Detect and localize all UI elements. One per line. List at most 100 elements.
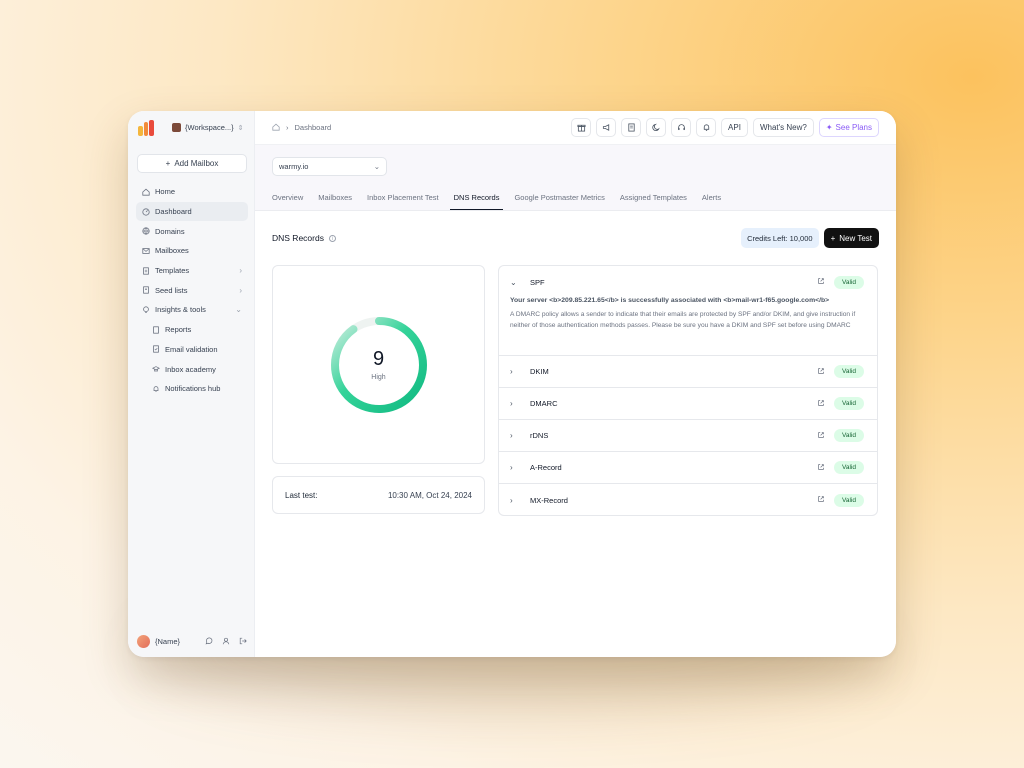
- list-item[interactable]: › DKIM Valid: [499, 356, 877, 388]
- template-icon: [142, 266, 150, 275]
- section-header: DNS Records i Credits Left: 10,000 + New…: [272, 228, 879, 248]
- record-name: DKIM: [530, 367, 549, 376]
- sidebar-item-label: Notifications hub: [165, 384, 221, 394]
- record-name: DMARC: [530, 399, 558, 408]
- plus-icon: +: [830, 233, 836, 243]
- record-name: SPF: [530, 277, 545, 287]
- external-link-icon[interactable]: [817, 431, 825, 441]
- sidebar-item-reports[interactable]: Reports: [136, 320, 248, 340]
- list-item[interactable]: › MX-Record Valid: [499, 484, 877, 515]
- sidebar-item-dashboard[interactable]: Dashboard: [136, 201, 248, 222]
- sidebar-item-label: Email validation: [165, 344, 218, 354]
- gift-button[interactable]: [571, 118, 592, 137]
- domain-select-value: warmy.io: [279, 162, 309, 171]
- whats-new-button[interactable]: What's New?: [752, 118, 814, 137]
- sidebar-item-label: Reports: [165, 325, 192, 335]
- tab-dns-records[interactable]: DNS Records: [449, 193, 504, 210]
- sidebar: {Workspace...} ⇕ + Add Mailbox Home Dash…: [128, 111, 255, 657]
- chevron-right-icon[interactable]: ›: [510, 463, 520, 472]
- last-test-value: 10:30 AM, Oct 24, 2024: [387, 490, 472, 500]
- plus-icon: +: [165, 159, 171, 168]
- breadcrumb: › Dashboard: [272, 123, 331, 133]
- dashboard-icon: [142, 207, 150, 216]
- info-icon[interactable]: i: [328, 234, 336, 242]
- tab-alerts[interactable]: Alerts: [702, 193, 721, 210]
- list-item[interactable]: › A-Record Valid: [499, 452, 877, 484]
- status-badge: Valid: [834, 397, 864, 410]
- status-badge: Valid: [834, 365, 864, 378]
- external-link-icon[interactable]: [817, 277, 825, 287]
- chevron-down-icon[interactable]: ⌄: [510, 278, 520, 287]
- chevron-right-icon[interactable]: ›: [510, 399, 520, 408]
- score-value: 9: [372, 348, 385, 370]
- domain-select[interactable]: warmy.io ⌄: [272, 157, 387, 176]
- record-message: Your server <b>209.85.221.65</b> is succ…: [510, 297, 830, 304]
- external-link-icon[interactable]: [817, 399, 825, 409]
- avatar[interactable]: [137, 635, 150, 648]
- score-label: High: [371, 374, 386, 381]
- breadcrumb-current[interactable]: Dashboard: [295, 123, 332, 132]
- logout-icon[interactable]: [239, 637, 247, 647]
- mail-icon: [142, 247, 150, 255]
- check-doc-icon: [152, 345, 160, 353]
- home-icon[interactable]: [272, 123, 280, 133]
- api-button[interactable]: API: [721, 118, 748, 137]
- announcement-button[interactable]: [596, 118, 617, 137]
- page-title: DNS Records: [272, 233, 324, 243]
- sidebar-item-label: Mailboxes: [155, 246, 189, 256]
- page-header: warmy.io ⌄ Overview Mailboxes Inbox Plac…: [255, 145, 896, 211]
- sidebar-item-inbox-academy[interactable]: Inbox academy: [136, 359, 248, 379]
- record-header-spf[interactable]: ⌄ SPF Valid: [499, 266, 877, 298]
- see-plans-label: See Plans: [835, 123, 872, 132]
- record-details: Your server <b>209.85.221.65</b> is succ…: [499, 297, 877, 331]
- chevron-right-icon: ›: [239, 266, 242, 276]
- add-mailbox-button[interactable]: + Add Mailbox: [137, 154, 247, 173]
- chevron-right-icon[interactable]: ›: [510, 367, 520, 376]
- chevron-updown-icon: ⇕: [237, 124, 244, 132]
- credits-badge: Credits Left: 10,000: [741, 228, 819, 248]
- record-name: MX-Record: [530, 495, 568, 505]
- external-link-icon[interactable]: [817, 495, 825, 505]
- docs-button[interactable]: [621, 118, 642, 137]
- external-link-icon[interactable]: [817, 463, 825, 473]
- list-item[interactable]: › DMARC Valid: [499, 388, 877, 420]
- tab-inbox-placement-test[interactable]: Inbox Placement Test: [367, 193, 439, 210]
- notifications-button[interactable]: [696, 118, 717, 137]
- sidebar-item-templates[interactable]: Templates ›: [136, 261, 248, 281]
- moon-icon: [651, 119, 661, 137]
- workspace-switcher[interactable]: {Workspace...} ⇕: [172, 123, 244, 132]
- score-card: 9 High: [272, 265, 485, 464]
- workspace-avatar: [172, 123, 181, 132]
- user-name: {Name}: [155, 637, 181, 646]
- chevron-right-icon[interactable]: ›: [510, 431, 520, 440]
- tab-assigned-templates[interactable]: Assigned Templates: [620, 193, 687, 210]
- theme-toggle-button[interactable]: [646, 118, 667, 137]
- tab-mailboxes[interactable]: Mailboxes: [318, 193, 352, 210]
- chevron-down-icon: ⌄: [235, 305, 242, 315]
- chevron-right-icon[interactable]: ›: [510, 496, 520, 505]
- last-test-label: Last test:: [285, 490, 318, 500]
- status-badge: Valid: [834, 493, 864, 507]
- chat-icon[interactable]: [205, 637, 213, 647]
- support-button[interactable]: [671, 118, 692, 137]
- see-plans-button[interactable]: ✦ See Plans: [818, 118, 879, 137]
- sidebar-item-insights[interactable]: Insights & tools ⌄: [136, 300, 248, 320]
- tab-overview[interactable]: Overview: [272, 193, 303, 210]
- sidebar-item-seed-lists[interactable]: Seed lists ›: [136, 280, 248, 300]
- tab-google-postmaster-metrics[interactable]: Google Postmaster Metrics: [514, 193, 604, 210]
- dns-records-list: ⌄ SPF Valid Your server <b>209.85.221.65…: [498, 265, 878, 516]
- workspace-name: {Workspace...}: [185, 123, 234, 132]
- external-link-icon[interactable]: [817, 367, 825, 377]
- new-test-button[interactable]: + New Test: [823, 228, 879, 248]
- sidebar-item-mailboxes[interactable]: Mailboxes: [136, 241, 248, 261]
- bell-icon: [702, 119, 711, 137]
- app-logo[interactable]: [138, 120, 154, 136]
- sidebar-item-home[interactable]: Home: [136, 182, 248, 202]
- sidebar-item-notifications-hub[interactable]: Notifications hub: [136, 379, 248, 399]
- user-icon[interactable]: [222, 637, 230, 647]
- list-item[interactable]: › rDNS Valid: [499, 420, 877, 452]
- topbar-actions: API What's New? ✦ See Plans: [571, 118, 879, 137]
- tab-bar: Overview Mailboxes Inbox Placement Test …: [272, 193, 736, 210]
- sidebar-item-domains[interactable]: Domains: [136, 221, 248, 241]
- sidebar-item-email-validation[interactable]: Email validation: [136, 340, 248, 360]
